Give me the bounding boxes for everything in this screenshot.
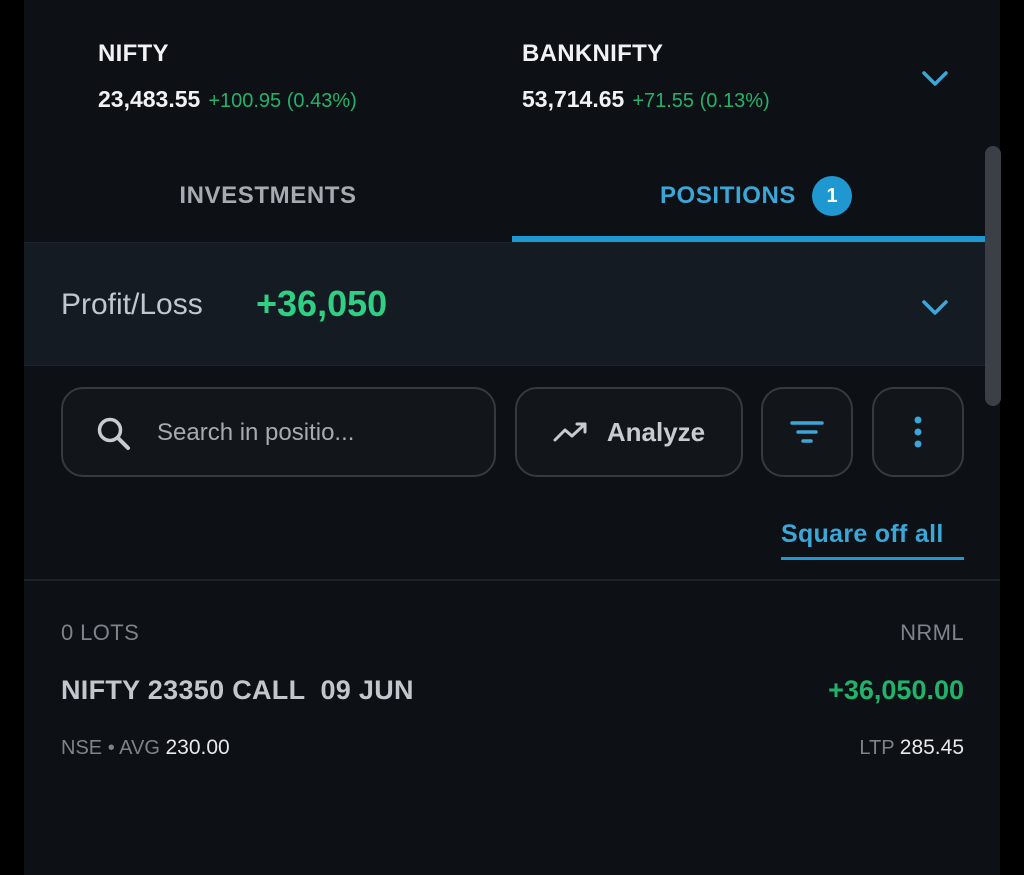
search-box[interactable] [61,387,496,477]
index-change: +71.55 (0.13%) [632,90,770,112]
index-ticker[interactable]: NIFTY 23,483.55 +100.95 (0.43%) BANKNIFTY… [24,0,1000,140]
index-nifty[interactable]: NIFTY 23,483.55 +100.95 (0.43%) [98,40,357,113]
tab-label: INVESTMENTS [179,182,357,209]
index-banknifty[interactable]: BANKNIFTY 53,714.65 +71.55 (0.13%) [522,40,770,113]
filter-icon [790,421,824,443]
analyze-label: Analyze [606,416,706,447]
position-lots: 0 LOTS [61,620,140,645]
chevron-down-icon[interactable] [920,295,950,319]
index-value: 23,483.55 [98,86,201,112]
scrollbar[interactable] [985,146,1001,406]
search-input[interactable] [157,411,477,455]
avg-price: 230.00 [165,736,230,759]
index-quote: 53,714.65 +71.55 (0.13%) [522,86,770,113]
profit-loss-label: Profit/Loss [61,288,203,321]
profit-loss-value: +36,050 [256,283,388,324]
meta-separator: • [107,737,115,759]
position-exchange: NSE [61,737,103,759]
ltp-price: 285.45 [899,736,964,759]
index-quote: 23,483.55 +100.95 (0.43%) [98,86,357,113]
tab-investments[interactable]: INVESTMENTS [24,150,512,242]
link-underline [781,557,964,560]
search-icon [97,417,130,450]
profit-loss-summary[interactable]: Profit/Loss +36,050 [24,242,1000,366]
tab-positions[interactable]: POSITIONS 1 [512,150,1000,242]
position-symbol: NIFTY 23350 CALL 09 JUN [61,675,414,705]
more-vertical-icon [914,416,922,448]
screen-frame: NIFTY 23,483.55 +100.95 (0.43%) BANKNIFTY… [0,0,1024,875]
position-pnl: +36,050.00 [828,675,964,705]
avg-label: AVG [119,737,160,759]
tab-label: POSITIONS [659,182,797,209]
chevron-down-icon[interactable] [920,66,950,90]
position-meta: NSE • AVG 230.00 [61,736,230,760]
trending-up-icon [553,422,587,442]
index-change: +100.95 (0.43%) [208,90,357,112]
positions-count-badge: 1 [812,176,853,216]
index-value: 53,714.65 [522,86,625,112]
square-off-all-link[interactable]: Square off all [781,520,944,549]
index-name: BANKNIFTY [522,40,664,67]
analyze-button[interactable]: Analyze [515,387,743,477]
index-name: NIFTY [98,40,169,67]
ltp-label: LTP [859,737,895,759]
more-options-button[interactable] [872,387,964,477]
portfolio-tabs: INVESTMENTS POSITIONS 1 [24,150,1000,242]
filter-button[interactable] [761,387,853,477]
position-product-type: NRML [900,620,964,645]
divider [24,579,1000,581]
position-ltp: LTP 285.45 [859,736,964,760]
positions-screen: NIFTY 23,483.55 +100.95 (0.43%) BANKNIFTY… [24,0,1000,875]
